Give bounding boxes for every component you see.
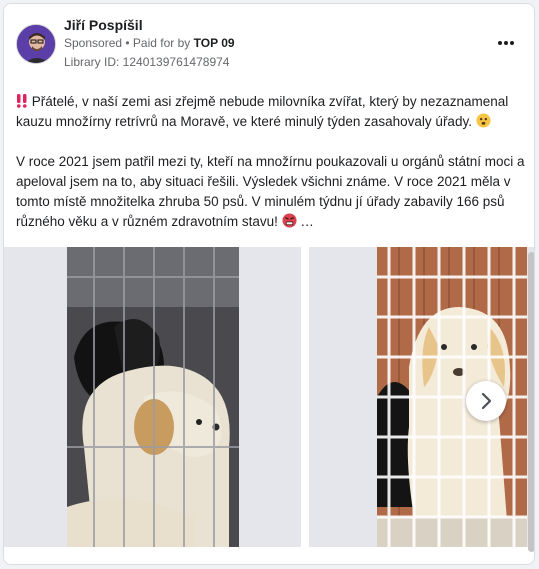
sponsored-label: Sponsored: [64, 36, 123, 50]
ad-card: Jiří Pospíšil Sponsored • Paid for by TO…: [3, 3, 535, 565]
author-avatar[interactable]: [16, 24, 56, 64]
see-more-ellipsis[interactable]: …: [300, 214, 314, 229]
chevron-right-icon: [481, 392, 492, 410]
payer-name[interactable]: TOP 09: [194, 36, 235, 50]
scrollbar-thumb[interactable]: [528, 252, 534, 552]
worried-face-icon: [476, 113, 491, 128]
author-name[interactable]: Jiří Pospíšil: [64, 17, 143, 33]
angry-face-icon: [282, 213, 297, 228]
carousel-next-button[interactable]: [466, 381, 506, 421]
image-carousel: [4, 247, 534, 547]
post-paragraph-1: Přátelé, v naší zemi asi zřejmě nebude m…: [16, 92, 528, 132]
avatar-portrait: [17, 25, 55, 63]
carousel-slide-1[interactable]: [4, 247, 301, 547]
paid-for-prefix: • Paid for by: [122, 36, 194, 50]
post-paragraph-1-text: Přátelé, v naší zemi asi zřejmě nebude m…: [16, 94, 509, 129]
post-body: Přátelé, v naší zemi asi zřejmě nebude m…: [16, 92, 528, 252]
dogs-in-cage-photo: [4, 247, 301, 547]
double-exclamation-icon: [16, 94, 27, 108]
more-options-button[interactable]: [496, 34, 516, 45]
post-paragraph-2: V roce 2021 jsem patřil mezi ty, kteří n…: [16, 152, 528, 232]
sponsor-line: Sponsored • Paid for by TOP 09: [64, 36, 235, 50]
more-dots-icon: [498, 41, 514, 45]
post-paragraph-2-text: V roce 2021 jsem patřil mezi ty, kteří n…: [16, 154, 525, 229]
library-id: Library ID: 1240139761478974: [64, 55, 230, 69]
